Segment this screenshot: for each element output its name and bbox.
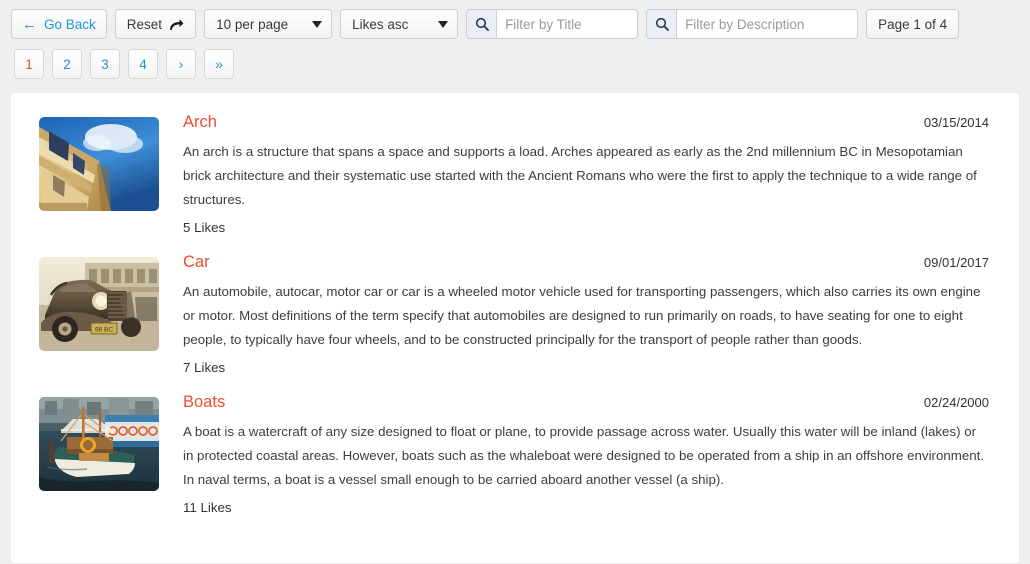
- item-likes: 7 Likes: [183, 360, 226, 375]
- last-page-button[interactable]: »: [204, 49, 234, 79]
- item-header: Car 09/01/2017: [183, 252, 989, 272]
- item-likes: 11 Likes: [183, 500, 232, 515]
- page-button-3[interactable]: 3: [90, 49, 120, 79]
- redo-arrow-icon: [169, 18, 184, 31]
- sort-select[interactable]: Likes asc: [340, 9, 459, 39]
- page-indicator-label: Page 1 of 4: [878, 16, 948, 32]
- item-description: A boat is a watercraft of any size desig…: [183, 424, 985, 487]
- item-title[interactable]: Car: [183, 252, 210, 272]
- page-button-1[interactable]: 1: [14, 49, 44, 79]
- chevron-double-right-icon: »: [215, 56, 223, 72]
- page-button-2[interactable]: 2: [52, 49, 82, 79]
- item-thumbnail-arch: [39, 117, 159, 211]
- filter-description-input[interactable]: [676, 9, 859, 39]
- per-page-select[interactable]: 10 per page: [204, 9, 333, 39]
- go-back-button[interactable]: ← Go Back: [11, 9, 107, 39]
- reset-label: Reset: [126, 16, 163, 32]
- next-page-button[interactable]: ›: [166, 49, 196, 79]
- sort-value: Likes asc: [352, 16, 409, 32]
- page-indicator: Page 1 of 4: [866, 9, 960, 39]
- thumbnail-wrapper: 98 BC: [39, 252, 159, 375]
- item-header: Boats 02/24/2000: [183, 392, 989, 412]
- item-body: Boats 02/24/2000 A boat is a watercraft …: [159, 392, 989, 515]
- go-back-label: Go Back: [44, 16, 96, 32]
- item-date: 09/01/2017: [923, 255, 989, 270]
- item-likes: 5 Likes: [183, 220, 226, 235]
- list-item[interactable]: Boats 02/24/2000 A boat is a watercraft …: [11, 385, 1019, 525]
- reset-button[interactable]: Reset: [114, 9, 197, 39]
- item-description: An arch is a structure that spans a spac…: [183, 144, 977, 207]
- search-icon[interactable]: [646, 9, 677, 39]
- item-body: Arch 03/15/2014 An arch is a structure t…: [159, 112, 989, 235]
- search-icon[interactable]: [466, 9, 497, 39]
- toolbar: ← Go Back Reset 10 per page Likes asc Fi…: [0, 0, 1030, 41]
- list-item[interactable]: 98 BC Car 09/01/2017 An automobile, auto…: [11, 245, 1019, 385]
- item-thumbnail-car: 98 BC: [39, 257, 159, 351]
- thumbnail-wrapper: [39, 392, 159, 515]
- svg-text:98 BC: 98 BC: [95, 327, 113, 334]
- chevron-right-icon: ›: [178, 56, 184, 72]
- filter-title-input[interactable]: [496, 9, 639, 39]
- list-item[interactable]: Arch 03/15/2014 An arch is a structure t…: [11, 105, 1019, 245]
- item-thumbnail-boats: [39, 397, 159, 491]
- page-button-4[interactable]: 4: [128, 49, 158, 79]
- item-description: An automobile, autocar, motor car or car…: [183, 284, 981, 347]
- results-card: Arch 03/15/2014 An arch is a structure t…: [11, 93, 1019, 563]
- arrow-left-icon: ←: [22, 15, 37, 33]
- item-header: Arch 03/15/2014: [183, 112, 989, 132]
- item-date: 03/15/2014: [923, 115, 989, 130]
- per-page-value: 10 per page: [216, 16, 289, 32]
- item-body: Car 09/01/2017 An automobile, autocar, m…: [159, 252, 989, 375]
- filter-title-group: [466, 9, 639, 39]
- item-title[interactable]: Arch: [183, 112, 217, 132]
- chevron-down-icon: [312, 20, 323, 28]
- pagination: 1 2 3 4 › »: [0, 41, 1030, 79]
- thumbnail-wrapper: [39, 112, 159, 235]
- item-date: 02/24/2000: [923, 395, 989, 410]
- chevron-down-icon: [438, 20, 449, 28]
- item-title[interactable]: Boats: [183, 392, 225, 412]
- filter-description-group: [646, 9, 859, 39]
